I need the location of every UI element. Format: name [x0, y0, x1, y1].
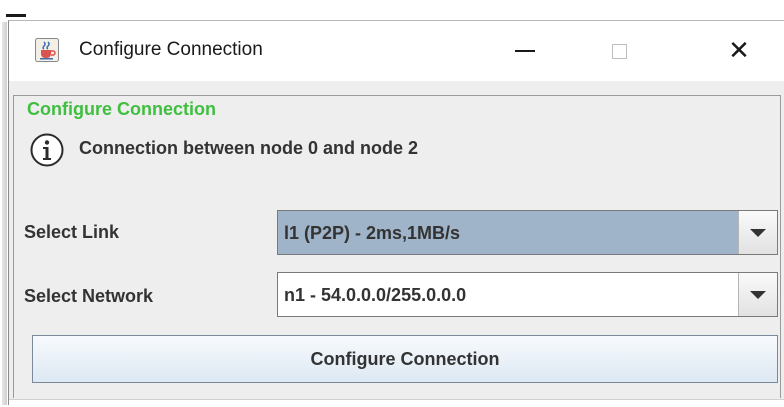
window-bottom-edge [9, 399, 784, 407]
configure-connection-button[interactable]: Configure Connection [32, 335, 778, 383]
select-link-arrow-button[interactable] [738, 211, 777, 254]
maximize-icon [611, 43, 627, 59]
maximize-button[interactable] [589, 21, 649, 81]
chevron-down-icon [750, 228, 766, 237]
dialog-content: Configure Connection Connection between … [9, 81, 784, 407]
connection-info-message: Connection between node 0 and node 2 [79, 138, 419, 158]
minimize-icon [515, 50, 535, 52]
title-bar[interactable]: Configure Connection ✕ [9, 21, 784, 81]
select-link-value: l1 (P2P) - 2ms,1MB/s [284, 223, 461, 243]
close-icon: ✕ [728, 36, 750, 66]
select-link-dropdown[interactable]: l1 (P2P) - 2ms,1MB/s [277, 210, 778, 255]
select-link-label: Select Link [24, 222, 120, 242]
window-shadow [2, 22, 7, 405]
java-cup-icon [35, 38, 59, 62]
configure-connection-window: Configure Connection ✕ Configure Connect… [8, 20, 784, 407]
group-title: Configure Connection [24, 99, 219, 120]
info-icon [30, 133, 64, 167]
select-network-value: n1 - 54.0.0.0/255.0.0.0 [284, 285, 467, 305]
close-button[interactable]: ✕ [709, 21, 769, 81]
select-network-label: Select Network [24, 286, 154, 306]
select-network-dropdown[interactable]: n1 - 54.0.0.0/255.0.0.0 [277, 272, 778, 317]
select-network-arrow-button[interactable] [738, 273, 777, 316]
minimize-button[interactable] [495, 21, 555, 81]
window-title: Configure Connection [79, 39, 263, 60]
chevron-down-icon [750, 290, 766, 299]
desktop-artifact [6, 14, 26, 17]
